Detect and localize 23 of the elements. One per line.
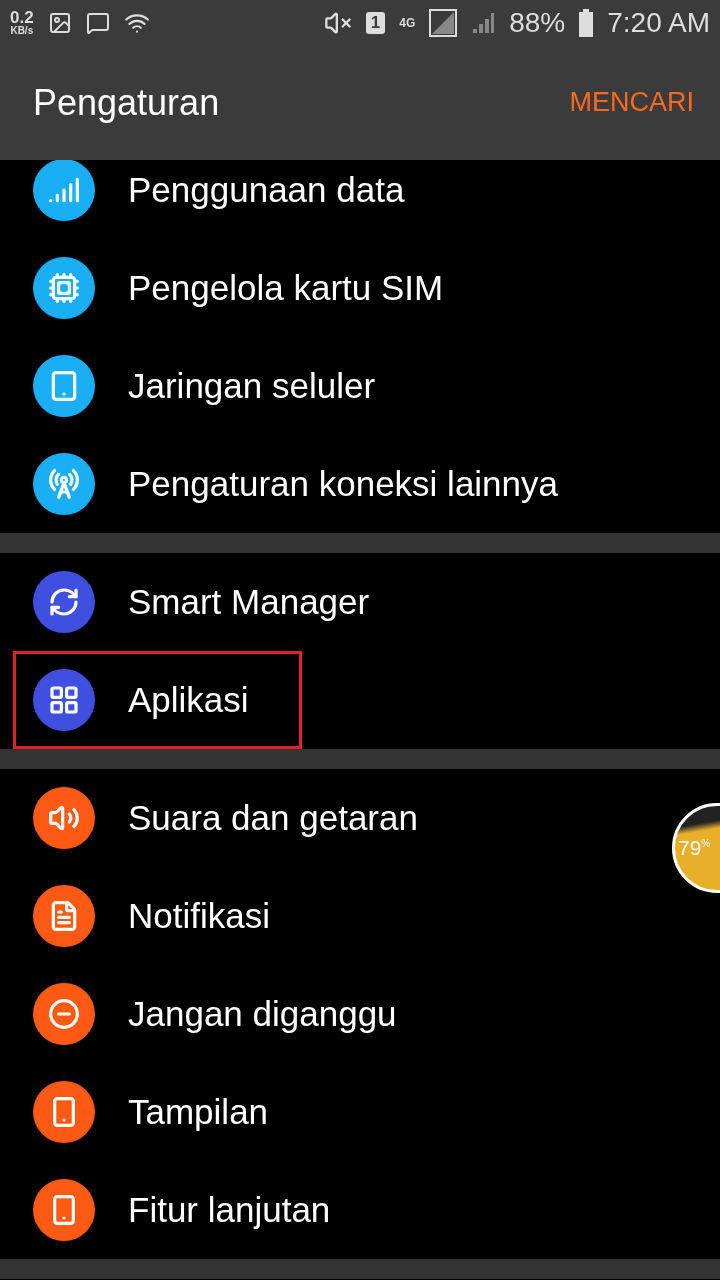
signal-bars-icon — [471, 10, 496, 35]
battery-level: 88% — [509, 6, 566, 39]
settings-item[interactable]: Pengelola kartu SIM — [0, 239, 666, 337]
settings-item[interactable]: Jangan diganggu — [0, 965, 666, 1063]
search-button[interactable]: MENCARI — [569, 87, 694, 118]
battery-icon — [579, 8, 594, 37]
network-speed: 0.2 KB/s — [10, 9, 34, 36]
settings-item[interactable]: Tampilan — [0, 1063, 666, 1161]
image-icon — [47, 10, 72, 35]
network-type: 4G — [399, 16, 416, 29]
settings-item[interactable]: Smart Manager — [0, 553, 666, 651]
settings-item[interactable]: Pengaturan koneksi lainnya — [0, 435, 666, 533]
settings-item[interactable]: Penggunaan data — [0, 160, 666, 239]
signal-icon — [429, 8, 458, 37]
settings-item[interactable]: Fitur lanjutan — [0, 1161, 666, 1259]
chat-icon — [85, 10, 110, 35]
settings-item[interactable]: Notifikasi — [0, 867, 666, 965]
sim-slot-badge: 1 — [365, 11, 386, 34]
page-title: Pengaturan — [33, 81, 220, 124]
settings-item[interactable]: Suara dan getaran — [0, 769, 666, 867]
settings-item[interactable]: Jaringan seluler — [0, 337, 666, 435]
clock: 7:20 AM — [607, 6, 710, 39]
settings-item[interactable]: Aplikasi — [0, 651, 666, 749]
